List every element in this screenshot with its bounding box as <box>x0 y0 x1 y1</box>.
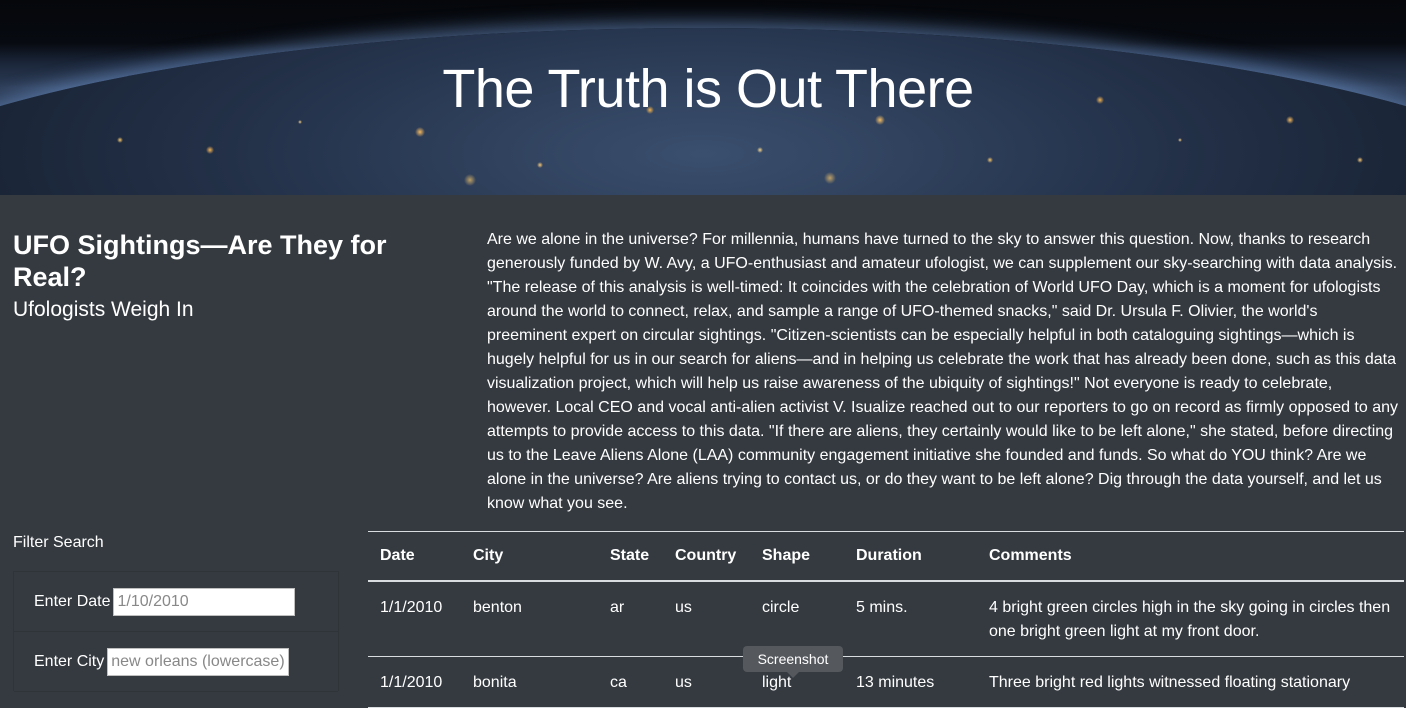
screenshot-tooltip: Screenshot <box>743 646 843 678</box>
cell-duration: 5 mins. <box>844 580 977 657</box>
cell-comments: 4 bright green circles high in the sky g… <box>977 580 1404 657</box>
hero-banner: The Truth is Out There <box>0 0 1406 195</box>
filter-city-row: Enter City <box>14 632 338 692</box>
header-state: State <box>598 531 663 582</box>
table-row: 1/1/2010 benton ar us circle 5 mins. 4 b… <box>368 580 1404 657</box>
header-duration: Duration <box>844 531 977 582</box>
cell-date: 1/1/2010 <box>368 580 461 657</box>
filter-search-title: Filter Search <box>13 534 104 551</box>
header-date: Date <box>368 531 461 582</box>
table-row: 1/1/2010 bonita ca us light 13 minutes T… <box>368 656 1404 708</box>
header-city: City <box>461 531 598 582</box>
city-input[interactable] <box>107 647 290 676</box>
cell-country: us <box>663 656 750 708</box>
hero-title: The Truth is Out There <box>442 59 974 119</box>
ufo-sightings-table: Date City State Country Shape Duration C… <box>368 531 1404 708</box>
ufo-table-container: Date City State Country Shape Duration C… <box>368 531 1404 708</box>
filter-panel: Enter Date Enter City <box>13 571 339 692</box>
headline-block: UFO Sightings—Are They for Real? Ufologi… <box>13 229 453 324</box>
city-label: Enter City <box>34 652 105 670</box>
header-comments: Comments <box>977 531 1404 582</box>
cell-shape: circle <box>750 580 844 657</box>
cell-state: ca <box>598 656 663 708</box>
cell-duration: 13 minutes <box>844 656 977 708</box>
page-subtitle: Ufologists Weigh In <box>13 298 194 321</box>
header-country: Country <box>663 531 750 582</box>
cell-city: benton <box>461 580 598 657</box>
table-header-row: Date City State Country Shape Duration C… <box>368 531 1404 582</box>
cell-date: 1/1/2010 <box>368 656 461 708</box>
cell-comments: Three bright red lights witnessed floati… <box>977 656 1404 708</box>
filter-date-row: Enter Date <box>14 572 338 632</box>
page-title: UFO Sightings—Are They for Real? <box>13 230 387 292</box>
cell-state: ar <box>598 580 663 657</box>
date-input[interactable] <box>113 587 296 616</box>
cell-country: us <box>663 580 750 657</box>
header-shape: Shape <box>750 531 844 582</box>
article-body: Are we alone in the universe? For millen… <box>487 231 1399 512</box>
date-label: Enter Date <box>34 592 111 610</box>
cell-city: bonita <box>461 656 598 708</box>
